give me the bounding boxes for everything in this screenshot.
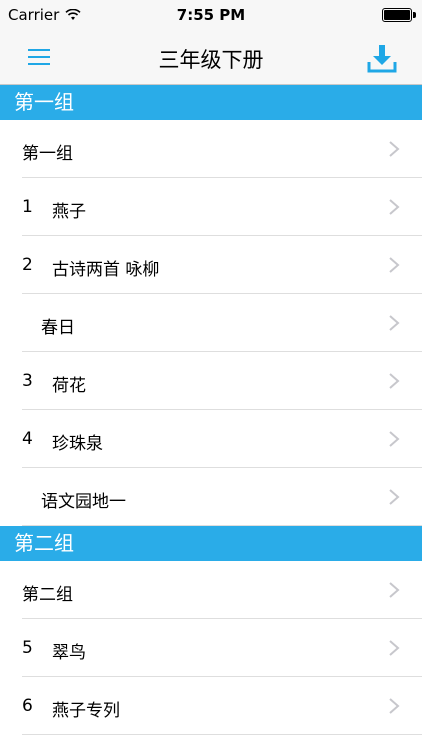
list-item-label: 古诗两首 咏柳: [52, 260, 160, 280]
status-time: 7:55 PM: [176, 6, 246, 24]
list-item-label: 燕子: [52, 202, 86, 222]
list-item-label: 第一组: [22, 144, 73, 164]
list-item-label: 珍珠泉: [52, 434, 103, 454]
list-item-label: 燕子专列: [52, 701, 120, 721]
chevron-right-icon: [389, 582, 400, 598]
status-bar: Carrier 7:55 PM: [0, 0, 422, 30]
lesson-list: 第一组 第一组 1 燕子 2 古诗两首 咏柳 春日 3 荷花 4 珍珠泉 语文园…: [0, 85, 422, 735]
download-button[interactable]: [364, 40, 400, 76]
lesson-number: 4: [22, 429, 33, 449]
battery-icon: [382, 8, 412, 22]
list-item[interactable]: 5 翠鸟: [0, 619, 422, 677]
list-item[interactable]: 第二组: [0, 561, 422, 619]
list-item[interactable]: 2 古诗两首 咏柳: [0, 236, 422, 294]
chevron-right-icon: [389, 698, 400, 714]
lesson-number: 5: [22, 638, 33, 658]
list-item[interactable]: 语文园地一: [0, 468, 422, 526]
list-item[interactable]: 1 燕子: [0, 178, 422, 236]
list-item-label: 翠鸟: [52, 643, 86, 663]
chevron-right-icon: [389, 640, 400, 656]
lesson-number: 2: [22, 255, 33, 275]
chevron-right-icon: [389, 141, 400, 157]
list-item[interactable]: 3 荷花: [0, 352, 422, 410]
page-title: 三年级下册: [158, 48, 264, 72]
list-item-label: 语文园地一: [41, 492, 126, 512]
section-header: 第一组: [0, 85, 422, 120]
list-item[interactable]: 6 燕子专列: [0, 677, 422, 735]
list-item-label: 春日: [41, 318, 75, 338]
chevron-right-icon: [389, 373, 400, 389]
chevron-right-icon: [389, 199, 400, 215]
list-item[interactable]: 春日: [0, 294, 422, 352]
lesson-number: 3: [22, 371, 33, 391]
lesson-number: 6: [22, 696, 33, 716]
list-item-label: 第二组: [22, 585, 73, 605]
section-header: 第二组: [0, 526, 422, 561]
lesson-number: 1: [22, 197, 33, 217]
chevron-right-icon: [389, 431, 400, 447]
chevron-right-icon: [389, 257, 400, 273]
navigation-bar: 三年级下册: [0, 30, 422, 85]
list-item[interactable]: 4 珍珠泉: [0, 410, 422, 468]
list-item-label: 荷花: [52, 376, 86, 396]
list-item[interactable]: 第一组: [0, 120, 422, 178]
download-icon: [367, 45, 397, 73]
chevron-right-icon: [389, 489, 400, 505]
battery-tip: [413, 12, 416, 18]
chevron-right-icon: [389, 315, 400, 331]
